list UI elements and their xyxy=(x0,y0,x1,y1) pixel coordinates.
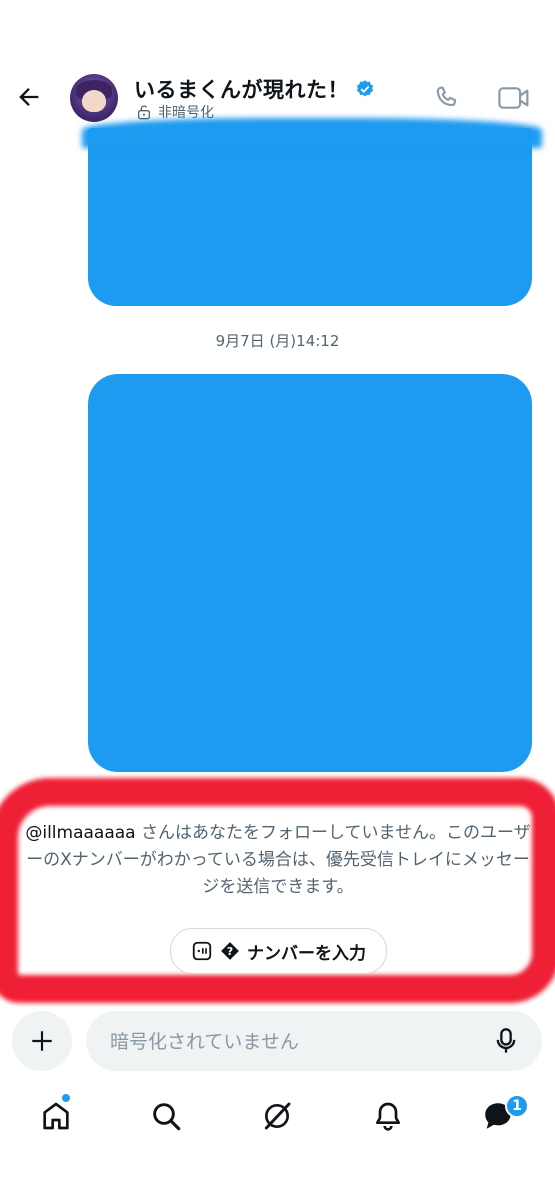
message-composer[interactable] xyxy=(86,1011,542,1073)
enter-number-label: ナンバーを入力 xyxy=(247,943,366,964)
nav-search[interactable] xyxy=(144,1088,188,1144)
message-bubble-redacted[interactable] xyxy=(82,118,542,306)
microphone-icon xyxy=(496,1028,516,1053)
add-attachment-button[interactable] xyxy=(12,1011,72,1071)
verified-badge-icon xyxy=(356,80,374,97)
unlock-icon xyxy=(138,105,150,120)
unknown-glyph-icon: ? xyxy=(221,942,239,960)
avatar[interactable] xyxy=(70,74,118,122)
conversation-title: いるまくんが現れた！ xyxy=(134,78,349,102)
arrow-left-icon xyxy=(19,88,39,106)
enter-number-button[interactable]: ? ナンバーを入力 xyxy=(170,928,387,974)
phone-icon xyxy=(436,86,457,107)
call-button[interactable] xyxy=(428,80,464,116)
svg-text:?: ? xyxy=(227,945,233,958)
message-timestamp: 9月7日 (月)14:12 xyxy=(215,332,340,350)
video-camera-icon xyxy=(498,87,529,109)
message-bubble-redacted[interactable] xyxy=(88,374,532,772)
home-unread-dot xyxy=(62,1094,70,1102)
user-handle[interactable]: @illmaaaaaa xyxy=(25,823,135,843)
number-input-icon xyxy=(192,941,212,961)
voice-message-button[interactable] xyxy=(492,1026,520,1056)
plus-icon xyxy=(32,1031,52,1051)
grok-icon xyxy=(264,1102,291,1130)
notifications-icon xyxy=(376,1102,400,1131)
message-input[interactable] xyxy=(108,1011,472,1073)
nav-home[interactable] xyxy=(34,1088,78,1144)
conversation-title-row[interactable]: いるまくんが現れた！ xyxy=(134,74,375,104)
bottom-navigation xyxy=(0,1088,555,1148)
nav-grok[interactable] xyxy=(255,1088,299,1144)
back-button[interactable] xyxy=(12,80,46,114)
redaction-edge xyxy=(82,118,542,148)
nav-notifications[interactable] xyxy=(366,1088,410,1144)
home-icon xyxy=(43,1102,69,1130)
not-following-notice: @illmaaaaaa さんはあなたをフォローしていません。このユーザーのXナン… xyxy=(18,820,538,901)
avatar-face xyxy=(82,90,106,112)
messages-unread-badge: 1 xyxy=(505,1094,529,1118)
search-icon xyxy=(153,1103,181,1131)
video-call-button[interactable] xyxy=(494,80,534,116)
